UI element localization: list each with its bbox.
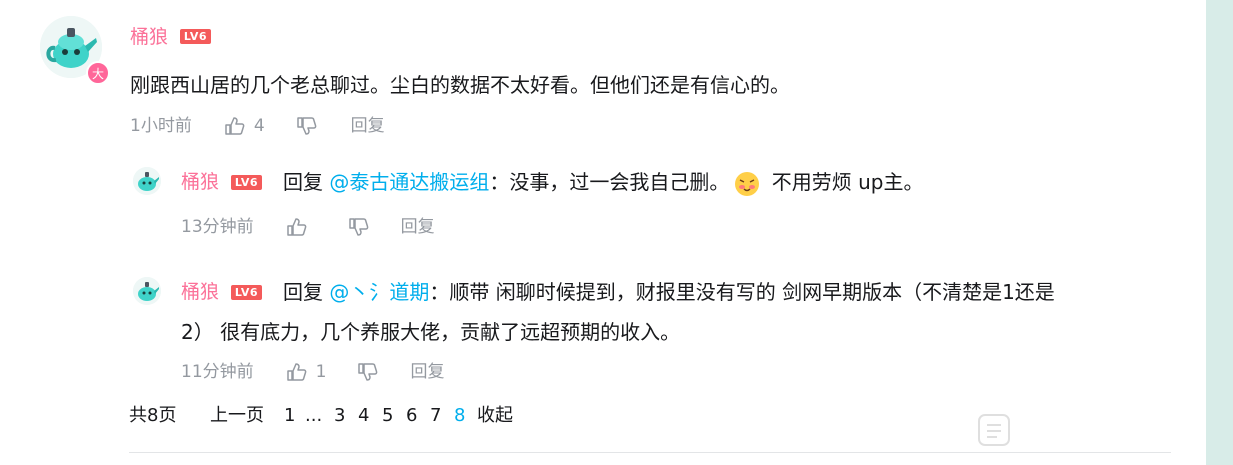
comment-text: 刚跟西山居的几个老总聊过。尘白的数据不太好看。但他们还是有信心的。: [130, 73, 790, 97]
page-ellipsis: ...: [305, 405, 323, 426]
page-link-4[interactable]: 4: [358, 404, 369, 428]
reply-text: 回复 @泰古通达搬运组：没事，过一会我自己删。 不用劳烦 up主。: [283, 162, 923, 202]
dislike-icon[interactable]: [357, 361, 379, 383]
reply-text: 回复 @丶氵道期：顺带 闲聊时候提到，财报里没有写的 剑网早期版本（不清楚是1还…: [283, 272, 1055, 312]
reply-button[interactable]: 回复: [401, 216, 435, 238]
like-icon[interactable]: [286, 216, 308, 238]
mention-link[interactable]: @丶氵道期: [329, 280, 429, 304]
comment-meta: 1小时前 4 回复: [130, 115, 385, 137]
reply-button[interactable]: 回复: [351, 115, 385, 137]
reply-button[interactable]: 回复: [410, 361, 444, 383]
dislike-icon[interactable]: [296, 115, 318, 137]
prev-page-link[interactable]: 上一页: [210, 404, 264, 428]
like-icon[interactable]: [224, 115, 246, 137]
page-link-5[interactable]: 5: [382, 404, 393, 428]
comment-username[interactable]: 桶狼: [130, 25, 168, 49]
side-rail: [1206, 0, 1233, 465]
reply-meta: 13分钟前 回复: [181, 216, 435, 238]
page-link-7[interactable]: 7: [430, 404, 441, 428]
teapot-avatar-icon: [133, 167, 161, 195]
mention-link[interactable]: @泰古通达搬运组: [329, 170, 489, 194]
reply-time: 13分钟前: [181, 217, 254, 237]
level-badge: LV6: [180, 29, 211, 44]
teapot-avatar-icon: [133, 277, 161, 305]
reply-username[interactable]: 桶狼: [181, 280, 219, 304]
page-link-current[interactable]: 8: [454, 404, 465, 428]
page-count: 共8页: [129, 405, 177, 426]
reply-username[interactable]: 桶狼: [181, 170, 219, 194]
reply-avatar[interactable]: [133, 167, 161, 195]
collapse-link[interactable]: 收起: [477, 404, 513, 428]
reply-time: 11分钟前: [181, 362, 254, 382]
reply-body: ：顺带 闲聊时候提到，财报里没有写的 剑网早期版本（不清楚是1还是: [429, 280, 1055, 304]
dislike-icon[interactable]: [348, 216, 370, 238]
level-badge: LV6: [231, 175, 262, 190]
watermark-icon: [978, 414, 1010, 446]
reply-text-continued: 2） 很有底力，几个养服大佬，贡献了远超预期的收入。: [181, 320, 681, 344]
divider: [129, 452, 1171, 453]
reply-body: ：没事，过一会我自己删。: [489, 170, 730, 194]
like-count: 1: [315, 362, 327, 382]
reply-body-tail: 不用劳烦 up主。: [765, 170, 924, 194]
page-link-6[interactable]: 6: [406, 404, 417, 428]
reply-prefix: 回复: [283, 280, 323, 304]
level-badge: LV6: [231, 285, 262, 300]
shy-face-emoji-icon: [733, 170, 761, 198]
reply-meta: 11分钟前 1 回复: [181, 361, 444, 383]
big-member-badge: 大: [86, 61, 110, 85]
like-count: 4: [253, 116, 265, 136]
like-icon[interactable]: [286, 361, 308, 383]
reply-avatar[interactable]: [133, 277, 161, 305]
comment-time: 1小时前: [130, 116, 192, 136]
page-link-3[interactable]: 3: [334, 404, 345, 428]
page-link-1[interactable]: 1: [284, 404, 295, 428]
reply-prefix: 回复: [283, 170, 323, 194]
